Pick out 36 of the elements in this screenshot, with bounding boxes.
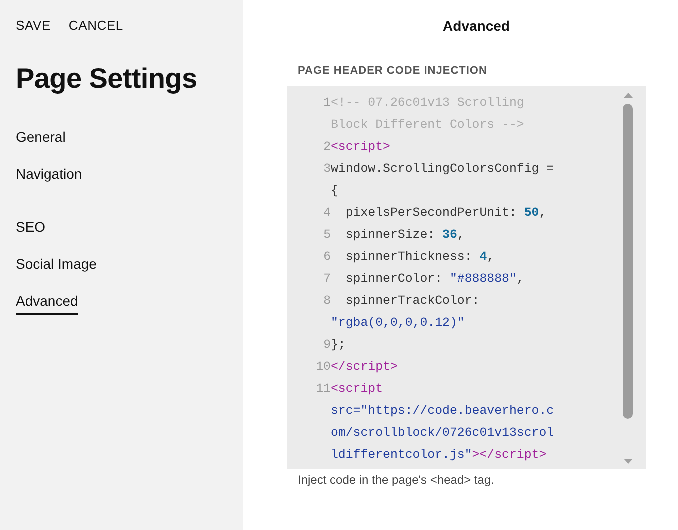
page-title: Page Settings	[16, 63, 198, 95]
line-number: 6	[322, 249, 331, 266]
code-line: <!-- 07.26c01v13 Scrolling Block Different Colors -->	[331, 95, 526, 134]
nav-link[interactable]: Social Image	[16, 256, 97, 278]
code-line: };	[331, 337, 347, 354]
scrollbar-thumb[interactable]	[623, 104, 633, 419]
line-number: 1	[322, 95, 331, 112]
cancel-button[interactable]: CANCEL	[68, 18, 124, 33]
line-number: 8	[322, 293, 331, 310]
line-number: 10	[315, 359, 331, 376]
field-label: PAGE HEADER CODE INJECTION	[298, 65, 488, 77]
save-button[interactable]: SAVE	[16, 18, 51, 33]
nav-link[interactable]: Advanced	[16, 293, 78, 315]
code-line: </script>	[331, 359, 399, 376]
panel-title: Advanced	[442, 18, 511, 34]
scroll-up-arrow-icon[interactable]	[624, 92, 632, 98]
line-number: 9	[322, 337, 331, 354]
line-number: 5	[322, 227, 331, 244]
code-line: pixelsPerSecondPerUnit: 50,	[344, 205, 548, 222]
code-line: spinnerSize: 36,	[344, 227, 466, 244]
line-number: 2	[322, 139, 331, 156]
nav-link[interactable]: General	[16, 129, 66, 151]
line-number: 11	[315, 381, 331, 398]
line-number: 7	[322, 271, 331, 288]
code-line: spinnerTrackColor: "rgba(0,0,0,0.12)"	[331, 293, 481, 332]
nav-link[interactable]: Navigation	[16, 166, 82, 188]
scroll-down-arrow-icon[interactable]	[624, 459, 632, 465]
nav-link[interactable]: SEO	[16, 219, 46, 241]
code-editor[interactable]	[287, 86, 646, 469]
line-number: 4	[322, 205, 331, 222]
code-line: <script src="https://code.beaverhero.com/scrollblock/0726c01v13scrolldifferentcolor.js"></script>	[331, 381, 556, 464]
code-line: <script>	[331, 139, 392, 156]
code-line: spinnerThickness: 4,	[344, 249, 496, 266]
code-line: spinnerColor: "#888888",	[344, 271, 526, 288]
help-text: Inject code in the page's <head> tag.	[298, 473, 496, 487]
line-number: 3	[322, 161, 331, 178]
